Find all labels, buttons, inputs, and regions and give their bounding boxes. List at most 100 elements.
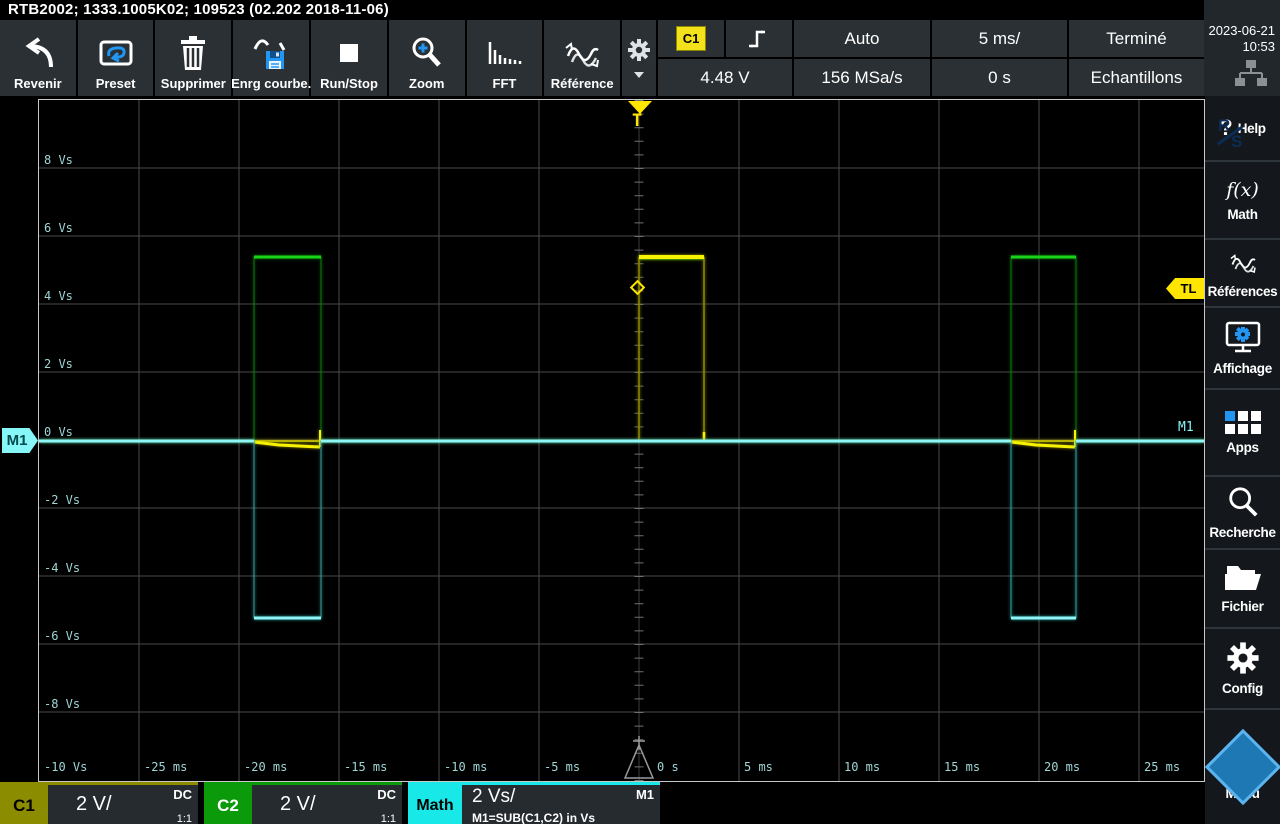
network-lan-icon xyxy=(1234,60,1268,88)
sidebar-item-config[interactable]: Config xyxy=(1205,627,1280,708)
supprimer-button[interactable]: Supprimer xyxy=(155,20,231,96)
v-axis-label: 8 Vs xyxy=(44,153,73,167)
fft-button[interactable]: FFT xyxy=(467,20,543,96)
gear-icon xyxy=(627,38,651,62)
revenir-button[interactable]: Revenir xyxy=(0,20,76,96)
reference-waveform-icon xyxy=(560,32,604,76)
reference-waveform-icon xyxy=(1224,248,1262,278)
v-axis-label: 0 Vs xyxy=(44,425,73,439)
graticule-canvas xyxy=(39,100,1204,781)
v-axis-label: 2 Vs xyxy=(44,357,73,371)
button-label: Zoom xyxy=(409,76,444,91)
t-axis-label: -20 ms xyxy=(244,760,287,774)
trigger-slope-cell[interactable] xyxy=(726,20,792,57)
v-axis-label: -2 Vs xyxy=(44,493,80,507)
sidebar-item-recherche[interactable]: Recherche xyxy=(1205,475,1280,548)
trigger-source-cell[interactable]: C1 xyxy=(658,20,724,57)
acq-state-cell[interactable]: Terminé xyxy=(1069,20,1204,57)
t-axis-label: -5 ms xyxy=(544,760,580,774)
t-axis-label: 15 ms xyxy=(944,760,980,774)
t-axis-label: -25 ms xyxy=(144,760,187,774)
v-axis-label: -6 Vs xyxy=(44,629,80,643)
sidebar-menu: ? Help f(x) Math Références Affichage Ap… xyxy=(1205,96,1280,824)
sidebar-item-fichier[interactable]: Fichier xyxy=(1205,548,1280,627)
instrument-title: RTB2002; 1333.1005K02; 109523 (02.202 20… xyxy=(0,0,1204,20)
horizontal-position-cell[interactable]: 0 s xyxy=(932,59,1067,96)
channel1-settings[interactable]: C1 2 V/ DC 1:1 xyxy=(0,782,198,824)
channel1-badge: C1 xyxy=(0,785,48,824)
math-definition: M1=SUB(C1,C2) in Vs xyxy=(472,811,595,824)
run-stop-button[interactable]: Run/Stop xyxy=(311,20,387,96)
display-monitor-icon xyxy=(1223,321,1263,355)
channel2-probe: 1:1 xyxy=(381,813,396,824)
trigger-mode-cell[interactable]: Auto xyxy=(794,20,930,57)
channel2-settings[interactable]: C2 2 V/ DC 1:1 xyxy=(204,782,402,824)
sidebar-item-menu[interactable]: RS Menu xyxy=(1205,708,1280,824)
sidebar-item-math[interactable]: f(x) Math xyxy=(1205,160,1280,238)
fx-icon: f(x) xyxy=(1226,179,1259,201)
time-label: 10:53 xyxy=(1209,39,1276,55)
sample-rate-cell[interactable]: 156 MSa/s xyxy=(794,59,930,96)
rs-logo-letters: RS xyxy=(1205,110,1259,164)
math-badge: Math xyxy=(408,785,462,824)
t-axis-label: 10 ms xyxy=(844,760,880,774)
spectrum-icon xyxy=(482,32,526,76)
math-trace-label: M1 xyxy=(636,787,654,802)
rs-logo-icon xyxy=(1204,728,1280,804)
reference-button[interactable]: Référence xyxy=(544,20,620,96)
button-label: Supprimer xyxy=(161,76,226,91)
trash-icon xyxy=(173,32,213,76)
datetime-panel: 2023-06-21 10:53 xyxy=(1204,0,1280,96)
channel-bar: C1 2 V/ DC 1:1 C2 2 V/ DC 1:1 Math 2 Vs/… xyxy=(0,782,1204,824)
channel1-coupling: DC xyxy=(173,787,192,802)
channel1-scale: 2 V/ xyxy=(76,793,112,816)
timebase-cell[interactable]: 5 ms/ xyxy=(932,20,1067,57)
zoom-button[interactable]: Zoom xyxy=(389,20,465,96)
acquisition-mode-cell[interactable]: Echantillons xyxy=(1069,59,1204,96)
sidebar-item-affichage[interactable]: Affichage xyxy=(1205,306,1280,388)
channel1-probe: 1:1 xyxy=(177,813,192,824)
channel2-scale: 2 V/ xyxy=(280,793,316,816)
gear-icon xyxy=(1226,641,1260,675)
toolbar: Revenir Preset Supprimer Enrg courbe. Ru… xyxy=(0,20,622,96)
t-axis-label: 0 s xyxy=(657,760,679,774)
t-axis-label: 25 ms xyxy=(1144,760,1180,774)
m1-trace-label: M1 xyxy=(1178,420,1194,435)
v-axis-label: 4 Vs xyxy=(44,289,73,303)
button-label: FFT xyxy=(493,76,517,91)
rising-edge-icon xyxy=(746,27,772,51)
sidebar-item-references[interactable]: Références xyxy=(1205,238,1280,306)
sidebar-item-apps[interactable]: Apps xyxy=(1205,388,1280,475)
v-axis-label: -8 Vs xyxy=(44,697,80,711)
t-axis-label: 5 ms xyxy=(744,760,773,774)
save-waveform-icon xyxy=(249,32,293,76)
t-axis-label: -10 ms xyxy=(444,760,487,774)
m1-position-badge[interactable]: M1 xyxy=(2,428,38,453)
chevron-down-icon xyxy=(634,72,644,78)
preset-loop-icon xyxy=(94,32,138,76)
math-settings[interactable]: Math 2 Vs/ M1 M1=SUB(C1,C2) in Vs xyxy=(408,782,660,824)
preset-button[interactable]: Preset xyxy=(78,20,154,96)
v-axis-label: -4 Vs xyxy=(44,561,80,575)
button-label: Revenir xyxy=(14,76,62,91)
button-label: Preset xyxy=(96,76,136,91)
v-axis-label: -10 Vs xyxy=(44,760,87,774)
folder-icon xyxy=(1223,563,1263,593)
math-scale: 2 Vs/ xyxy=(472,786,515,808)
status-bar: C1 Auto 5 ms/ Terminé 4.48 V 156 MSa/s 0… xyxy=(658,20,1204,96)
oscilloscope-screen: RTB2002; 1333.1005K02; 109523 (02.202 20… xyxy=(0,0,1280,824)
button-label: Référence xyxy=(551,76,614,91)
apps-grid-icon xyxy=(1225,411,1261,434)
t-axis-label: 20 ms xyxy=(1044,760,1080,774)
waveform-display[interactable]: 8 Vs 6 Vs 4 Vs 2 Vs 0 Vs -2 Vs -4 Vs -6 … xyxy=(38,99,1205,782)
v-axis-label: 6 Vs xyxy=(44,221,73,235)
trigger-level-cell[interactable]: 4.48 V xyxy=(658,59,792,96)
back-arrow-icon xyxy=(18,32,58,76)
trigger-source-badge: C1 xyxy=(676,26,707,51)
t-axis-label: -15 ms xyxy=(344,760,387,774)
trigger-position-label: T xyxy=(632,111,642,131)
enrg-courbe-button[interactable]: Enrg courbe. xyxy=(233,20,309,96)
channel2-coupling: DC xyxy=(377,787,396,802)
stop-square-icon xyxy=(329,32,369,76)
settings-gear-button[interactable] xyxy=(622,20,656,96)
